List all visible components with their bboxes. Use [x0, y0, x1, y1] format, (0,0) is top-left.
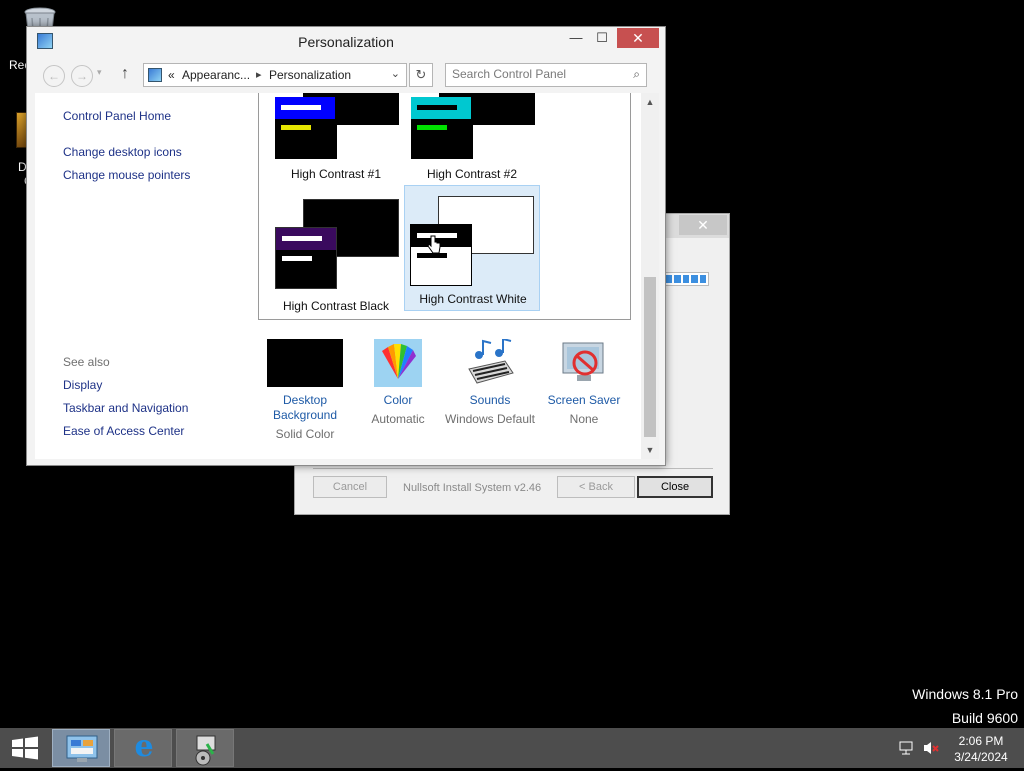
- scroll-thumb[interactable]: [644, 277, 656, 437]
- theme-name: High Contrast White: [419, 292, 527, 306]
- change-desktop-icons-link[interactable]: Change desktop icons: [63, 145, 182, 159]
- start-button[interactable]: [0, 728, 50, 768]
- color-value: Automatic: [371, 412, 425, 426]
- forward-arrow-icon[interactable]: →: [71, 65, 93, 87]
- sounds-setting[interactable]: Sounds Windows Default: [440, 337, 540, 427]
- address-control-panel-icon: [148, 68, 162, 82]
- navigation-bar: ← → ▾ ↑ « Appearanc... ▸ Personalization…: [35, 61, 659, 91]
- install-progress-bar: [663, 272, 709, 286]
- theme-preview-window-front: [275, 227, 337, 289]
- search-box[interactable]: ⌕: [445, 63, 647, 87]
- theme-preview-window-front: [410, 224, 472, 286]
- sounds-value: Windows Default: [444, 412, 536, 426]
- clock-date[interactable]: 3/24/2024: [946, 750, 1016, 764]
- scroll-down-icon[interactable]: ▼: [641, 441, 659, 459]
- breadcrumb-separator-icon[interactable]: ▸: [256, 68, 262, 81]
- back-arrow-icon[interactable]: ←: [43, 65, 65, 87]
- search-icon[interactable]: ⌕: [633, 67, 640, 82]
- change-mouse-pointers-link[interactable]: Change mouse pointers: [63, 168, 190, 182]
- screen-saver-value: None: [569, 412, 599, 426]
- windows-logo-icon: [12, 736, 38, 760]
- sounds-label: Sounds: [469, 393, 511, 407]
- desktop-background-label-1: Desktop: [282, 393, 328, 407]
- close-button[interactable]: ✕: [617, 28, 659, 48]
- theme-name: High Contrast #1: [290, 167, 382, 181]
- taskbar-internet-explorer-button[interactable]: e: [114, 729, 172, 767]
- theme-preview-window-front: [411, 97, 473, 159]
- sidebar: Control Panel Home Change desktop icons …: [35, 93, 251, 459]
- internet-explorer-icon: e: [134, 729, 154, 764]
- desktop-background-label-2: Background: [272, 408, 338, 422]
- sounds-icon: [465, 337, 515, 387]
- screen-saver-label: Screen Saver: [547, 393, 621, 407]
- theme-high-contrast-black[interactable]: High Contrast Black: [268, 189, 404, 315]
- hand-pointer-icon: [427, 235, 441, 254]
- refresh-icon[interactable]: ↻: [409, 63, 433, 87]
- taskbar-navigation-link[interactable]: Taskbar and Navigation: [63, 401, 188, 415]
- taskbar-installer-button[interactable]: [176, 729, 234, 767]
- address-bar[interactable]: « Appearanc... ▸ Personalization ⌄: [143, 63, 407, 87]
- scroll-up-icon[interactable]: ▲: [641, 93, 659, 111]
- window-titlebar[interactable]: Personalization — ☐ ✕: [27, 27, 665, 57]
- breadcrumb-overflow[interactable]: «: [168, 68, 175, 82]
- display-link[interactable]: Display: [63, 378, 102, 392]
- color-setting[interactable]: Color Automatic: [348, 339, 448, 427]
- search-input[interactable]: [452, 67, 622, 81]
- installer-cancel-button[interactable]: Cancel: [313, 476, 387, 498]
- screen-saver-icon: [559, 339, 609, 387]
- installer-taskbar-icon: [195, 735, 216, 766]
- personalization-window[interactable]: Personalization — ☐ ✕ ← → ▾ ↑ « Appearan…: [26, 26, 666, 466]
- theme-name: High Contrast Black: [282, 299, 390, 313]
- installer-divider: [313, 468, 713, 469]
- control-panel-home-link[interactable]: Control Panel Home: [63, 109, 171, 123]
- ease-of-access-link[interactable]: Ease of Access Center: [63, 424, 184, 438]
- themes-gallery: High Contrast #1 High Contrast #2 High C…: [258, 93, 631, 320]
- desktop: Rec D C ✕ Cancel Nullsoft Install System…: [0, 0, 1024, 728]
- os-edition-text: Windows 8.1 Pro: [912, 686, 1018, 702]
- breadcrumb-appearance[interactable]: Appearanc...: [182, 68, 250, 82]
- desktop-background-value: Solid Color: [275, 427, 335, 441]
- control-panel-taskbar-icon: [66, 735, 98, 762]
- address-dropdown-icon[interactable]: ⌄: [391, 67, 400, 80]
- installer-close-icon[interactable]: ✕: [679, 215, 727, 235]
- network-icon[interactable]: [898, 740, 914, 756]
- color-icon: [374, 339, 422, 387]
- theme-preview-window-front: [275, 97, 337, 159]
- theme-high-contrast-white[interactable]: High Contrast White: [404, 185, 540, 311]
- maximize-button[interactable]: ☐: [589, 28, 615, 48]
- theme-high-contrast-2[interactable]: High Contrast #2: [404, 93, 540, 183]
- content-area: Control Panel Home Change desktop icons …: [35, 93, 659, 459]
- theme-high-contrast-1[interactable]: High Contrast #1: [268, 93, 404, 183]
- taskbar-control-panel-button[interactable]: [52, 729, 110, 767]
- clock-time[interactable]: 2:06 PM: [946, 734, 1016, 748]
- recent-locations-chevron-icon[interactable]: ▾: [97, 67, 102, 78]
- installer-brand-text: Nullsoft Install System v2.46: [403, 482, 542, 494]
- volume-muted-icon[interactable]: [922, 740, 940, 756]
- desktop-background-setting[interactable]: Desktop Background Solid Color: [255, 339, 355, 442]
- minimize-button[interactable]: —: [563, 28, 589, 48]
- taskbar: e 2:06 PM 3/24/2024: [0, 728, 1024, 768]
- desktop-background-icon: [267, 339, 343, 387]
- screen-saver-setting[interactable]: Screen Saver None: [534, 339, 634, 427]
- see-also-heading: See also: [63, 355, 110, 369]
- installer-back-button[interactable]: < Back: [557, 476, 635, 498]
- installer-close-button[interactable]: Close: [637, 476, 713, 498]
- breadcrumb-personalization[interactable]: Personalization: [269, 68, 351, 82]
- os-build-text: Build 9600: [951, 710, 1018, 726]
- color-label: Color: [383, 393, 413, 407]
- up-arrow-icon[interactable]: ↑: [121, 65, 129, 83]
- vertical-scrollbar[interactable]: ▲ ▼: [641, 93, 659, 459]
- theme-name: High Contrast #2: [426, 167, 518, 181]
